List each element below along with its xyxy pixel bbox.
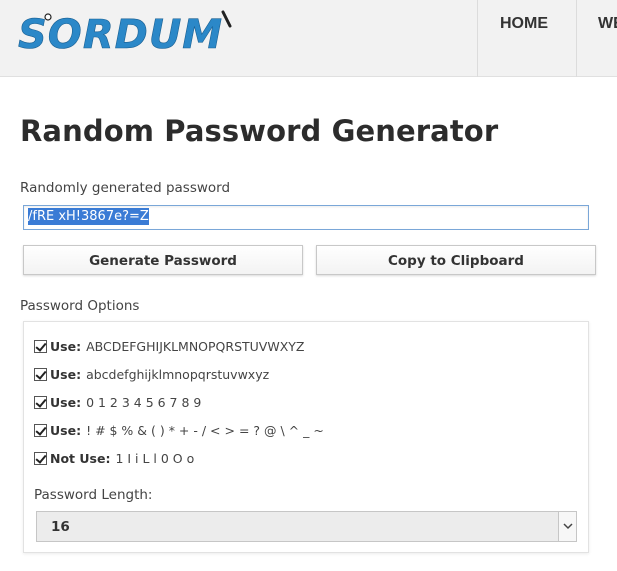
nav-home[interactable]: HOME <box>500 15 548 35</box>
option-chars: ! # $ % & ( ) * + - / < > = ? @ \ ^ _ ~ <box>86 422 324 438</box>
option-key: Use: <box>50 366 82 382</box>
option-symbols: Use: ! # $ % & ( ) * + - / < > = ? @ \ ^… <box>34 421 324 439</box>
password-length-label: Password Length: <box>34 487 153 503</box>
option-uppercase: Use: ABCDEFGHIJKLMNOPQRSTUVWXYZ <box>34 337 304 355</box>
sordum-logo[interactable]: SORDUM <box>18 8 240 58</box>
option-digits: Use: 0 1 2 3 4 5 6 7 8 9 <box>34 393 201 411</box>
options-panel: Use: ABCDEFGHIJKLMNOPQRSTUVWXYZ Use: abc… <box>23 321 589 553</box>
password-value: /fRE xH!3867e?=Z <box>28 208 149 225</box>
option-key: Use: <box>50 394 82 410</box>
copy-to-clipboard-button[interactable]: Copy to Clipboard <box>316 245 596 275</box>
generate-password-button[interactable]: Generate Password <box>23 245 303 275</box>
option-chars: 1 I i L l 0 O o <box>115 450 195 466</box>
digits-checkbox[interactable] <box>34 395 47 409</box>
option-chars: ABCDEFGHIJKLMNOPQRSTUVWXYZ <box>86 338 305 354</box>
site-header: SORDUM HOME WE <box>0 0 617 77</box>
password-length-select[interactable]: 16 <box>36 511 577 542</box>
lowercase-checkbox[interactable] <box>34 367 47 381</box>
password-label: Randomly generated password <box>20 180 231 196</box>
chevron-down-icon[interactable] <box>558 512 576 541</box>
uppercase-checkbox[interactable] <box>34 339 47 353</box>
page-title: Random Password Generator <box>20 114 499 148</box>
exclude-similar-checkbox[interactable] <box>34 451 47 465</box>
options-label: Password Options <box>20 298 140 314</box>
symbols-checkbox[interactable] <box>34 423 47 437</box>
option-key: Use: <box>50 338 82 354</box>
password-length-value: 16 <box>51 519 70 535</box>
option-exclude-similar: Not Use: 1 I i L l 0 O o <box>34 449 194 467</box>
nav-divider <box>477 0 478 77</box>
nav-divider <box>576 0 577 77</box>
option-chars: abcdefghijklmnopqrstuvwxyz <box>86 366 270 382</box>
nav-item-we[interactable]: WE <box>598 15 617 35</box>
option-lowercase: Use: abcdefghijklmnopqrstuvwxyz <box>34 365 269 383</box>
password-field[interactable]: /fRE xH!3867e?=Z <box>23 205 589 230</box>
option-chars: 0 1 2 3 4 5 6 7 8 9 <box>86 394 202 410</box>
option-key: Use: <box>50 422 82 438</box>
option-key: Not Use: <box>50 450 111 466</box>
